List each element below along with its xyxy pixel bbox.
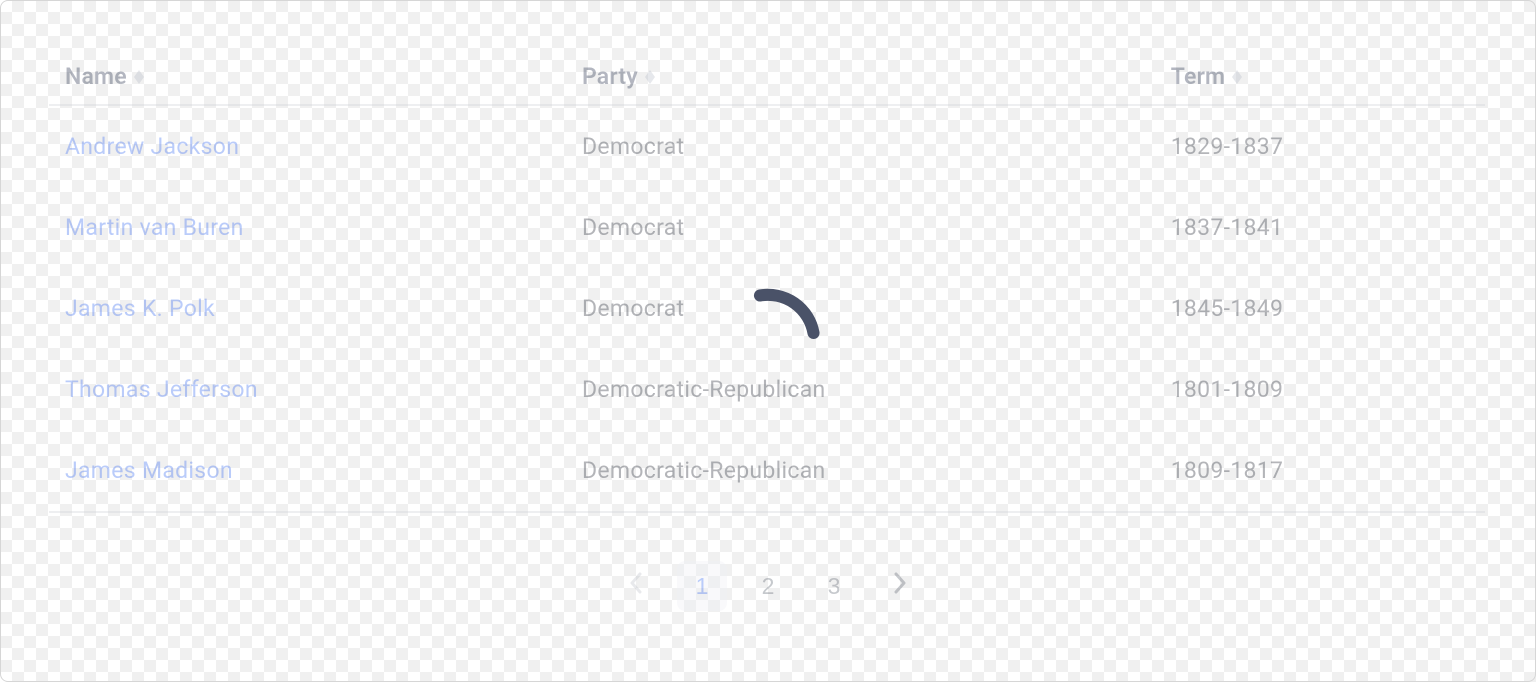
chevron-right-icon <box>893 572 907 600</box>
cell-name: James K. Polk <box>49 268 566 349</box>
page-button-1[interactable]: 1 <box>677 561 727 611</box>
table-row: James K. Polk Democrat 1845-1849 <box>49 268 1485 349</box>
data-table: Name Party <box>49 49 1485 513</box>
cell-term: 1845-1849 <box>1155 268 1485 349</box>
table-row: Martin van Buren Democrat 1837-1841 <box>49 187 1485 268</box>
column-header-party-label: Party <box>582 63 638 90</box>
page-button-3[interactable]: 3 <box>809 561 859 611</box>
column-header-name[interactable]: Name <box>49 49 566 105</box>
cell-term: 1829-1837 <box>1155 105 1485 187</box>
table-row: Andrew Jackson Democrat 1829-1837 <box>49 105 1485 187</box>
row-name-link[interactable]: James Madison <box>65 457 233 484</box>
table-card: Name Party <box>0 0 1536 682</box>
column-header-term-label: Term <box>1171 63 1226 90</box>
cell-name: Thomas Jefferson <box>49 349 566 430</box>
table-row: James Madison Democratic-Republican 1809… <box>49 430 1485 512</box>
row-name-link[interactable]: Andrew Jackson <box>65 133 239 160</box>
cell-name: Martin van Buren <box>49 187 566 268</box>
column-header-name-label: Name <box>65 63 127 90</box>
column-header-term[interactable]: Term <box>1155 49 1485 105</box>
chevron-left-icon <box>629 572 643 600</box>
cell-term: 1809-1817 <box>1155 430 1485 512</box>
cell-party: Democrat <box>566 105 1155 187</box>
dimmed-content: Name Party <box>49 49 1487 611</box>
cell-term: 1801-1809 <box>1155 349 1485 430</box>
table-row: Thomas Jefferson Democratic-Republican 1… <box>49 349 1485 430</box>
sort-icon <box>644 70 656 84</box>
page-button-2[interactable]: 2 <box>743 561 793 611</box>
cell-party: Democratic-Republican <box>566 430 1155 512</box>
cell-party: Democrat <box>566 268 1155 349</box>
pagination: 1 2 3 <box>49 561 1487 611</box>
next-page-button[interactable] <box>875 561 925 611</box>
sort-icon <box>133 70 145 84</box>
cell-party: Democrat <box>566 187 1155 268</box>
cell-name: Andrew Jackson <box>49 105 566 187</box>
cell-name: James Madison <box>49 430 566 512</box>
sort-icon <box>1231 70 1243 84</box>
cell-term: 1837-1841 <box>1155 187 1485 268</box>
prev-page-button[interactable] <box>611 561 661 611</box>
column-header-party[interactable]: Party <box>566 49 1155 105</box>
row-name-link[interactable]: Thomas Jefferson <box>65 376 258 403</box>
row-name-link[interactable]: James K. Polk <box>65 295 215 322</box>
table-header-row: Name Party <box>49 49 1485 105</box>
row-name-link[interactable]: Martin van Buren <box>65 214 244 241</box>
cell-party: Democratic-Republican <box>566 349 1155 430</box>
